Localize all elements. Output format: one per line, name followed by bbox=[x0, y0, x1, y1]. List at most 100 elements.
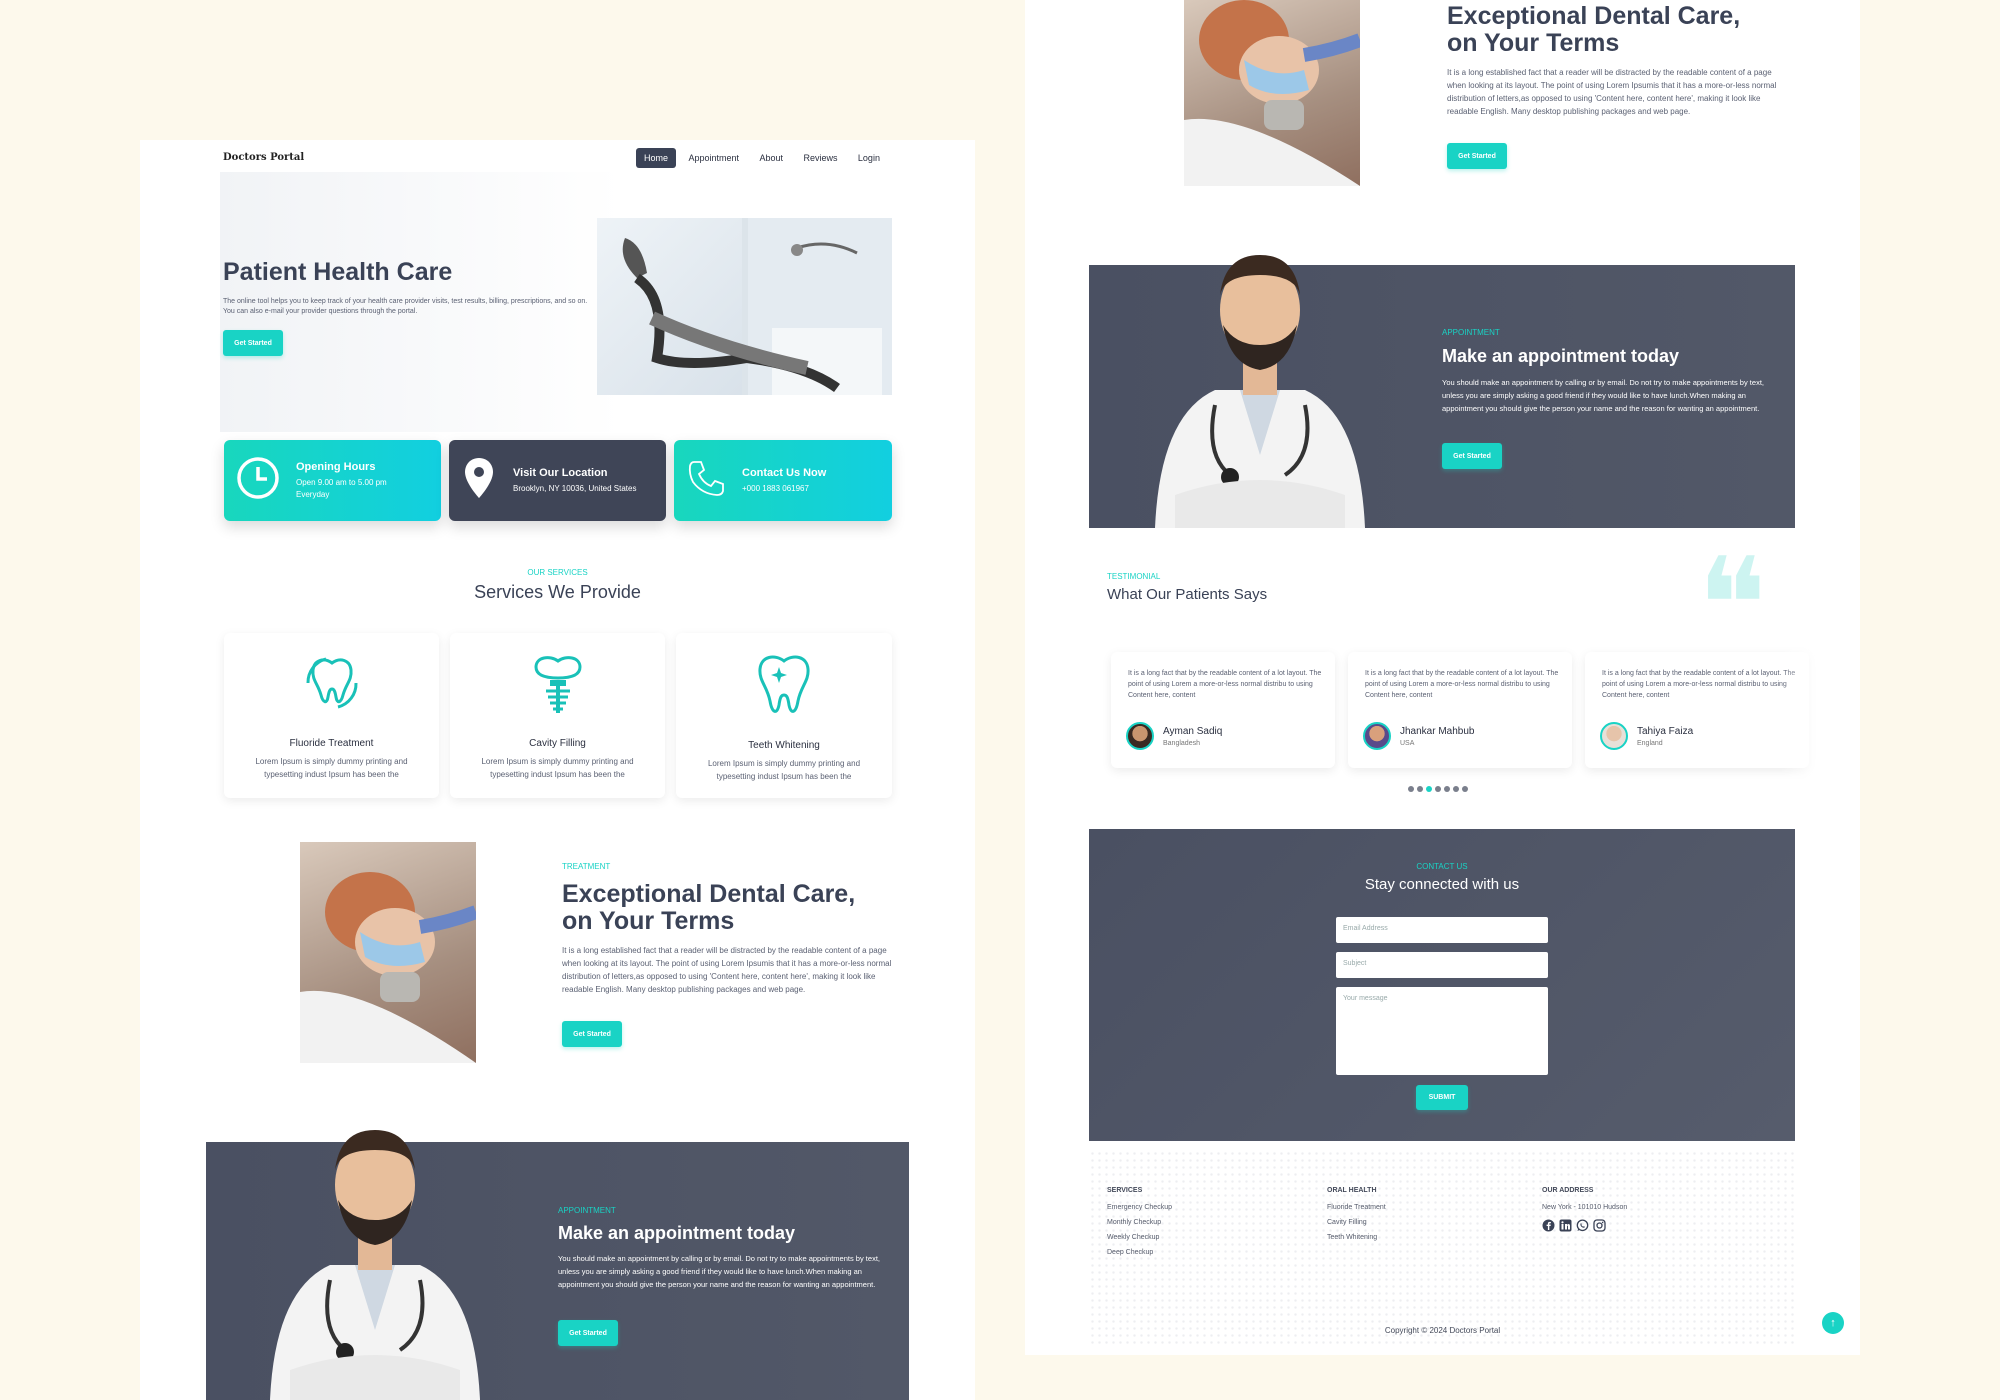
message-field[interactable]: Your message bbox=[1336, 987, 1548, 1075]
instagram-icon[interactable] bbox=[1593, 1219, 1606, 1232]
testimonial-card: It is a long fact that by the readable c… bbox=[1585, 652, 1809, 768]
nav-appointment[interactable]: Appointment bbox=[680, 148, 747, 168]
appointment-eyebrow: APPOINTMENT bbox=[558, 1206, 616, 1215]
testimonial-country: Bangladesh bbox=[1163, 740, 1200, 747]
patient-treatment-image bbox=[1184, 0, 1360, 186]
appointment-get-started-button[interactable]: Get Started bbox=[1442, 443, 1502, 469]
treatment-text: It is a long established fact that a rea… bbox=[1447, 68, 1777, 116]
footer-address: New York - 101010 Hudson bbox=[1542, 1204, 1628, 1211]
nav-login[interactable]: Login bbox=[850, 148, 888, 168]
avatar bbox=[1126, 722, 1154, 750]
info-card-line: Open 9.00 am to 5.00 pm bbox=[296, 477, 387, 487]
hero-get-started-button[interactable]: Get Started bbox=[223, 330, 283, 356]
contact-card: Contact Us Now +000 1883 061967 bbox=[674, 440, 892, 521]
hero-text: The online tool helps you to keep track … bbox=[223, 298, 588, 315]
nav-home[interactable]: Home bbox=[636, 148, 677, 168]
footer-link[interactable]: Teeth Whitening bbox=[1327, 1234, 1386, 1241]
opening-hours-card: Opening Hours Open 9.00 am to 5.00 pm Ev… bbox=[224, 440, 441, 521]
services-title: Services We Provide bbox=[474, 582, 641, 602]
page-title: Patient Health Care bbox=[223, 258, 453, 286]
testimonial-eyebrow: TESTIMONIAL bbox=[1107, 572, 1161, 581]
whatsapp-icon[interactable] bbox=[1576, 1219, 1589, 1232]
email-field[interactable]: Email Address bbox=[1336, 917, 1548, 943]
footer-services-column: SERVICES Emergency Checkup Monthly Check… bbox=[1107, 1187, 1172, 1264]
footer-heading: OUR ADDRESS bbox=[1542, 1187, 1594, 1194]
treatment-title-line1: Exceptional Dental Care, bbox=[1447, 2, 1741, 30]
phone-icon bbox=[686, 458, 726, 503]
linkedin-icon[interactable] bbox=[1559, 1219, 1572, 1232]
treatment-get-started-button[interactable]: Get Started bbox=[562, 1021, 622, 1047]
footer-link[interactable]: Emergency Checkup bbox=[1107, 1204, 1172, 1211]
footer-link[interactable]: Fluoride Treatment bbox=[1327, 1204, 1386, 1211]
left-page-panel: Doctors Portal Home Appointment About Re… bbox=[140, 140, 975, 1400]
appointment-get-started-button[interactable]: Get Started bbox=[558, 1320, 618, 1346]
tooth-implant-icon bbox=[528, 651, 588, 722]
treatment-text: It is a long established fact that a rea… bbox=[562, 946, 892, 994]
testimonial-quote: It is a long fact that by the readable c… bbox=[1602, 670, 1796, 699]
testimonial-quote: It is a long fact that by the readable c… bbox=[1365, 670, 1559, 699]
carousel-dot[interactable] bbox=[1453, 786, 1459, 792]
appointment-eyebrow: APPOINTMENT bbox=[1442, 328, 1500, 337]
subject-field[interactable]: Subject bbox=[1336, 952, 1548, 978]
social-links bbox=[1542, 1219, 1627, 1232]
treatment-title-line2: on Your Terms bbox=[1447, 29, 1620, 57]
carousel-dot[interactable] bbox=[1435, 786, 1441, 792]
scroll-to-top-button[interactable]: ↑ bbox=[1822, 1312, 1844, 1334]
testimonial-card: It is a long fact that by the readable c… bbox=[1348, 652, 1572, 768]
right-page-panel: Exceptional Dental Care, on Your Terms I… bbox=[1025, 0, 1860, 1355]
footer-link[interactable]: Deep Checkup bbox=[1107, 1249, 1172, 1256]
footer-link[interactable]: Weekly Checkup bbox=[1107, 1234, 1172, 1241]
carousel-dot[interactable] bbox=[1426, 786, 1432, 792]
nav-about[interactable]: About bbox=[751, 148, 791, 168]
treatment-get-started-button[interactable]: Get Started bbox=[1447, 143, 1507, 169]
service-card-whitening[interactable]: Teeth Whitening Lorem Ipsum is simply du… bbox=[676, 633, 892, 798]
carousel-dot[interactable] bbox=[1444, 786, 1450, 792]
service-text: Lorem Ipsum is simply dummy printing and… bbox=[707, 759, 861, 781]
testimonial-card: It is a long fact that by the readable c… bbox=[1111, 652, 1335, 768]
facebook-icon[interactable] bbox=[1542, 1219, 1555, 1232]
carousel-fade bbox=[1780, 640, 1860, 780]
submit-button[interactable]: SUBMIT bbox=[1416, 1085, 1468, 1110]
testimonial-title: What Our Patients Says bbox=[1107, 586, 1268, 603]
info-card-line: Everyday bbox=[296, 489, 330, 499]
carousel-dots bbox=[1408, 786, 1468, 792]
carousel-dot[interactable] bbox=[1462, 786, 1468, 792]
info-card-line: Brooklyn, NY 10036, United States bbox=[513, 483, 637, 493]
nav-reviews[interactable]: Reviews bbox=[795, 148, 845, 168]
info-card-title: Contact Us Now bbox=[742, 466, 827, 479]
tooth-fluoride-icon bbox=[300, 651, 364, 720]
main-nav: Home Appointment About Reviews Login bbox=[636, 148, 888, 168]
arrow-up-icon: ↑ bbox=[1830, 1317, 1836, 1329]
testimonial-name: Tahiya Faiza bbox=[1637, 726, 1694, 737]
service-name: Fluoride Treatment bbox=[289, 738, 374, 749]
copyright: Copyright © 2024 Doctors Portal bbox=[1384, 1326, 1501, 1335]
service-text: Lorem Ipsum is simply dummy printing and… bbox=[481, 757, 634, 779]
location-pin-icon bbox=[463, 456, 495, 505]
appointment-text: You should make an appointment by callin… bbox=[1442, 378, 1764, 413]
carousel-dot[interactable] bbox=[1417, 786, 1423, 792]
treatment-title-line1: Exceptional Dental Care, bbox=[562, 880, 856, 908]
testimonial-name: Jhankar Mahbub bbox=[1400, 726, 1475, 737]
service-name: Teeth Whitening bbox=[748, 740, 820, 751]
brand-logo[interactable]: Doctors Portal bbox=[223, 152, 304, 163]
services-eyebrow: OUR SERVICES bbox=[527, 568, 588, 577]
footer-oral-column: ORAL HEALTH Fluoride Treatment Cavity Fi… bbox=[1327, 1187, 1386, 1249]
service-text: Lorem Ipsum is simply dummy printing and… bbox=[255, 757, 408, 779]
footer-link[interactable]: Monthly Checkup bbox=[1107, 1219, 1172, 1226]
footer-address-column: OUR ADDRESS New York - 101010 Hudson bbox=[1542, 1187, 1627, 1232]
patient-treatment-image bbox=[300, 842, 476, 1063]
carousel-dot[interactable] bbox=[1408, 786, 1414, 792]
testimonial-country: England bbox=[1637, 740, 1663, 747]
testimonial-quote: It is a long fact that by the readable c… bbox=[1128, 670, 1322, 699]
service-card-fluoride[interactable]: Fluoride Treatment Lorem Ipsum is simply… bbox=[224, 633, 439, 798]
footer-pattern bbox=[1089, 1150, 1795, 1345]
service-card-cavity[interactable]: Cavity Filling Lorem Ipsum is simply dum… bbox=[450, 633, 665, 798]
dental-chair-image bbox=[597, 218, 892, 395]
avatar bbox=[1363, 722, 1391, 750]
appointment-text: You should make an appointment by callin… bbox=[558, 1254, 880, 1289]
info-card-line: +000 1883 061967 bbox=[742, 483, 809, 493]
footer-link[interactable]: Cavity Filling bbox=[1327, 1219, 1386, 1226]
doctor-image bbox=[250, 1090, 500, 1400]
testimonial-name: Ayman Sadiq bbox=[1163, 726, 1223, 737]
avatar bbox=[1600, 722, 1628, 750]
